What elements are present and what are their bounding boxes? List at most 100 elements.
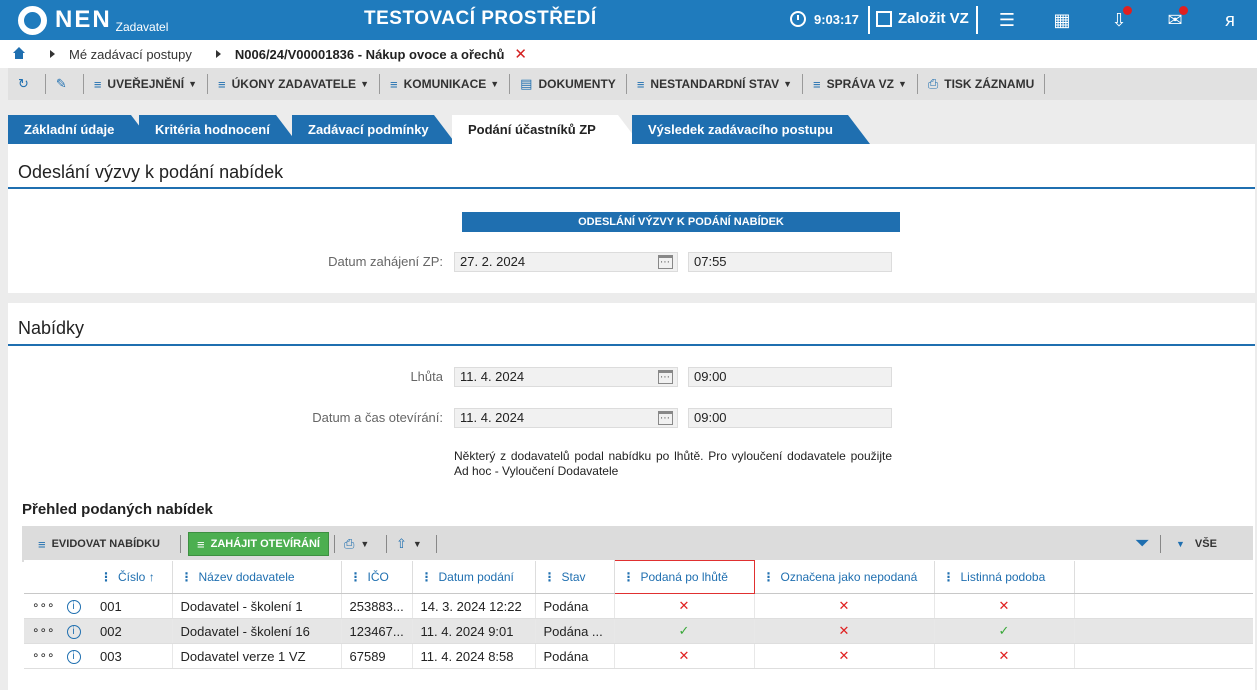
table-row[interactable]: ∘∘∘ i 001 Dodavatel - školení 1 253883...… — [24, 593, 1253, 619]
filler-cell — [1074, 593, 1253, 619]
action-toolbar: ↻ ✎ ≡ UVEŘEJNĚNÍ ▼ ≡ ÚKONY ZADAVATELE ▼ ≡ KOM… — [8, 68, 1257, 100]
zahajit-otevirani-button[interactable]: ≡ ZAHÁJIT OTEVÍRÁNÍ — [188, 532, 329, 556]
caret-down-icon: ▼ — [360, 539, 370, 549]
cell-listinna: ✕ — [934, 593, 1075, 619]
notification-badge — [1123, 6, 1132, 15]
cross-icon: ✕ — [838, 623, 850, 638]
export-menu-button[interactable]: ⇧ ▼ — [396, 532, 422, 556]
tab-podani-ucastniku[interactable]: Podání účastníků ZP — [452, 115, 640, 144]
more-icon[interactable]: ∘∘∘ — [32, 598, 55, 612]
info-icon[interactable]: i — [66, 600, 81, 614]
calculator-icon[interactable]: ▦ — [1051, 9, 1073, 31]
column-header-podana-po-lhute[interactable]: ⋮ Podaná po lhůtě — [613, 560, 755, 594]
menu-komunikace[interactable]: ≡ KOMUNIKACE ▼ — [380, 74, 511, 94]
caret-down-icon: ▼ — [1176, 539, 1185, 549]
panel-divider — [8, 344, 1255, 346]
column-menu-icon[interactable]: ⋮ — [763, 570, 775, 584]
calendar-icon[interactable] — [658, 254, 673, 272]
print-icon: ⎙ — [344, 536, 355, 551]
late-offer-note: Některý z dodavatelů podal nabídku po lh… — [454, 449, 892, 478]
menu-ukony-zadavatele[interactable]: ≡ ÚKONY ZADAVATELE ▼ — [208, 74, 380, 94]
menu-uverejneni[interactable]: ≡ UVEŘEJNĚNÍ ▼ — [84, 74, 209, 94]
home-icon[interactable] — [12, 47, 26, 61]
document-icon: ▤ — [520, 76, 533, 91]
menu-dokumenty[interactable]: ▤ DOKUMENTY — [510, 74, 627, 94]
lhuta-date-field[interactable]: 11. 4. 2024 — [454, 367, 678, 387]
row-actions-header — [24, 560, 92, 594]
cell-nazev: Dodavatel - školení 1 — [172, 593, 342, 619]
menu-sprava-vz[interactable]: ≡ SPRÁVA VZ ▼ — [803, 74, 918, 94]
tab-zadavaci-podminky[interactable]: Zadávací podmínky — [292, 115, 456, 144]
column-header-listinna-podoba[interactable]: ⋮ Listinná podoba — [934, 560, 1075, 594]
section-header: ODESLÁNÍ VÝZVY K PODÁNÍ NABÍDEK — [462, 212, 900, 232]
refresh-button[interactable]: ↻ — [8, 74, 46, 94]
table-row[interactable]: ∘∘∘ i 002 Dodavatel - školení 16 123467..… — [24, 618, 1253, 644]
column-header-datum-podani[interactable]: ⋮ Datum podání — [412, 560, 536, 594]
evidovat-nabidku-button[interactable]: ≡ EVIDOVAT NABÍDKU — [38, 532, 160, 556]
column-menu-icon[interactable]: ⋮ — [100, 570, 112, 584]
cell-po-lhute: ✕ — [614, 593, 755, 619]
tab-zakladni-udaje[interactable]: Základní údaje — [8, 115, 153, 144]
column-menu-icon[interactable]: ⋮ — [421, 570, 433, 584]
oteviravi-date-field[interactable]: 11. 4. 2024 — [454, 408, 678, 428]
create-tender-label: Založit VZ — [898, 10, 969, 27]
column-header-stav[interactable]: ⋮ Stav — [535, 560, 615, 594]
check-icon: ✓ — [998, 623, 1010, 638]
divider — [1160, 535, 1161, 553]
filter-icon[interactable]: ⏷ — [1136, 532, 1149, 556]
column-menu-icon[interactable]: ⋮ — [181, 570, 193, 584]
edit-button[interactable]: ✎ — [46, 74, 84, 94]
cell-stav: Podána — [535, 643, 615, 669]
divider — [386, 535, 387, 553]
menu-tisk-zaznamu[interactable]: ⎙ TISK ZÁZNAMU — [918, 74, 1046, 94]
breadcrumb-my-procedures[interactable]: Mé zadávací postupy — [69, 47, 192, 62]
datum-zahajeni-field[interactable]: 27. 2. 2024 — [454, 252, 678, 272]
breadcrumb: Mé zadávací postupy N006/24/V00001836 - … — [0, 40, 1257, 68]
create-tender-button[interactable]: Založit VZ — [876, 10, 969, 27]
cross-icon: ✕ — [998, 648, 1010, 663]
cell-nazev: Dodavatel - školení 16 — [172, 618, 342, 644]
column-menu-icon[interactable]: ⋮ — [623, 570, 635, 584]
calendar-icon[interactable] — [658, 410, 673, 428]
column-menu-icon[interactable]: ⋮ — [943, 570, 955, 584]
tab-kriteria-hodnoceni[interactable]: Kritéria hodnocení — [139, 115, 298, 144]
clock-time: 9:03:17 — [814, 11, 859, 27]
list-icon: ≡ — [197, 536, 205, 552]
mail-icon[interactable]: ✉ — [1164, 6, 1188, 31]
nen-logo[interactable]: NEN Zadavatel — [18, 6, 168, 35]
clock-icon — [790, 11, 806, 27]
user-icon[interactable]: ᴙ — [1219, 9, 1241, 31]
tab-vysledek[interactable]: Výsledek zadávacího postupu — [632, 115, 870, 144]
info-icon[interactable]: i — [66, 625, 81, 639]
column-header-ico[interactable]: ⋮ IČO — [341, 560, 413, 594]
column-header-nazev[interactable]: ⋮ Název dodavatele — [172, 560, 342, 594]
sort-asc-icon: ↑ — [148, 569, 155, 584]
column-header-cislo[interactable]: ⋮ Číslo ↑ — [92, 560, 173, 594]
tab-bar: Základní údaje Kritéria hodnocení Zadáva… — [8, 115, 1257, 144]
column-header-oznacena-nepodana[interactable]: ⋮ Označena jako nepodaná — [754, 560, 935, 594]
column-menu-icon[interactable]: ⋮ — [544, 570, 556, 584]
zahajit-label: ZAHÁJIT OTEVÍRÁNÍ — [210, 538, 320, 550]
calendar-icon[interactable] — [658, 369, 673, 387]
cas-zahajeni-field[interactable]: 07:55 — [688, 252, 892, 272]
inbox-icon[interactable]: ⇩ — [1108, 6, 1132, 31]
more-icon[interactable]: ∘∘∘ — [32, 648, 55, 662]
row-actions: ∘∘∘ i — [24, 643, 92, 669]
row-actions: ∘∘∘ i — [24, 618, 92, 644]
notification-badge — [1179, 6, 1188, 15]
table-row[interactable]: ∘∘∘ i 003 Dodavatel verze 1 VZ 67589 11. … — [24, 643, 1253, 669]
print-menu-button[interactable]: ⎙ ▼ — [344, 532, 369, 556]
menu-tisk-label: TISK ZÁZNAMU — [944, 77, 1035, 91]
info-icon[interactable]: i — [66, 650, 81, 664]
menu-nestandardni-stav[interactable]: ≡ NESTANDARDNÍ STAV ▼ — [627, 74, 803, 94]
more-icon[interactable]: ∘∘∘ — [32, 623, 55, 637]
lhuta-time-field[interactable]: 09:00 — [688, 367, 892, 387]
close-icon[interactable]: ✕ — [514, 45, 527, 63]
filter-all-button[interactable]: ▼ VŠE — [1176, 532, 1217, 556]
menu-icon[interactable]: ☰ — [996, 9, 1018, 31]
cross-icon: ✕ — [838, 598, 850, 613]
cross-icon: ✕ — [678, 648, 690, 663]
oteviravi-time-field[interactable]: 09:00 — [688, 408, 892, 428]
column-menu-icon[interactable]: ⋮ — [350, 570, 362, 584]
filler-cell — [1074, 643, 1253, 669]
